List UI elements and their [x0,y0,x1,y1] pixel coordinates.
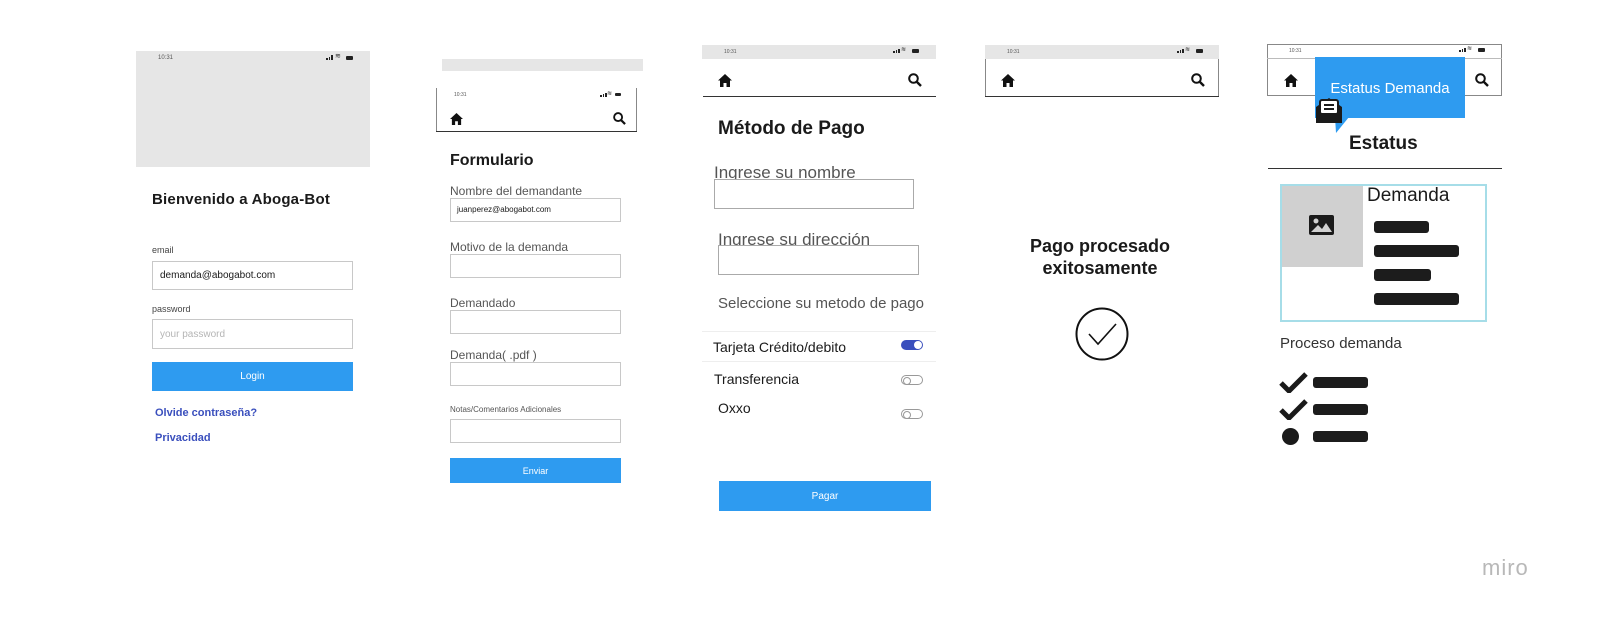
bullet-icon [1282,428,1299,445]
envelope-message-icon [1316,98,1342,123]
name-input[interactable] [714,179,914,209]
wifi-icon: ≋ [901,47,907,53]
card-text-line [1374,221,1429,233]
check-icon [1279,399,1308,420]
status-time: 10:31 [454,92,467,98]
method-label-oxxo: Oxxo [718,400,751,416]
reason-input[interactable] [450,254,621,278]
form-top-strip [442,59,643,71]
wifi-icon: ≋ [1185,47,1191,53]
battery-icon [912,49,919,53]
status-title-divider [1268,168,1502,169]
defendant-label: Demandado [450,296,516,310]
battery-icon [1478,48,1485,52]
process-step-line [1313,404,1368,415]
login-header-area [136,51,370,167]
plaintiff-input[interactable]: juanperez@abogabot.com [450,198,621,222]
form-frame-right-edge [636,88,637,132]
oxxo-toggle[interactable] [901,409,923,419]
signal-icon [893,49,900,53]
status-time: 10:31 [1007,49,1020,55]
miro-watermark: miro [1482,555,1529,580]
pdf-label: Demanda( .pdf ) [450,348,537,362]
submit-button[interactable]: Enviar [450,458,621,483]
process-label: Proceso demanda [1280,335,1402,352]
battery-icon [1196,49,1203,53]
status-time: 10:31 [724,49,737,55]
wifi-icon: ≋ [1467,46,1473,52]
method-label-card: Tarjeta Crédito/debito [713,339,847,355]
signal-icon [600,93,607,97]
pdf-input[interactable] [450,362,621,386]
method-prompt: Seleccione su metodo de pago [718,295,924,312]
pay-button[interactable]: Pagar [719,481,931,511]
email-value: demanda@abogabot.com [160,270,276,281]
status-time: 10:31 [1289,48,1302,54]
address-input[interactable] [718,245,919,275]
payment-title: Método de Pago [718,118,865,139]
home-icon[interactable] [450,113,463,125]
search-icon[interactable] [613,112,626,125]
search-icon[interactable] [908,73,922,87]
email-input[interactable]: demanda@abogabot.com [152,261,353,290]
home-icon[interactable] [718,74,732,87]
plaintiff-label: Nombre del demandante [450,184,583,198]
form-frame-left-edge [436,88,437,132]
method-label-transfer: Transferencia [714,371,800,387]
status-time: 10:31 [158,55,174,61]
check-circle-icon [1075,307,1129,361]
email-label: email [152,245,174,255]
reason-label: Motivo de la demanda [450,240,569,254]
home-icon[interactable] [1284,74,1298,87]
card-text-line [1374,293,1459,305]
password-label: password [152,304,191,314]
login-title: Bienvenido a Aboga-Bot [152,191,331,208]
success-frame-left-edge [985,59,986,97]
privacy-link[interactable]: Privacidad [155,432,211,444]
status-title: Estatus [1349,133,1418,154]
notes-input[interactable] [450,419,621,443]
notes-label: Notas/Comentarios Adicionales [450,405,562,414]
success-message-line2: exitosamente [1042,258,1158,278]
signal-icon [1459,48,1466,52]
forgot-password-link[interactable]: Olvide contraseña? [155,407,257,419]
password-input[interactable]: your password [152,319,353,349]
login-button[interactable]: Login [152,362,353,391]
check-icon [1279,372,1308,393]
search-icon[interactable] [1191,73,1205,87]
card-text-line [1374,245,1459,257]
success-message: Pago procesado exitosamente [1000,235,1200,279]
process-step-line [1313,377,1368,388]
success-frame-right-edge [1218,59,1219,97]
signal-icon [1177,49,1184,53]
demanda-card-title: Demanda [1367,185,1450,206]
wifi-icon: ≋ [607,91,613,97]
card-text-line [1374,269,1431,281]
payment-navbar-divider [703,96,936,97]
form-navbar-divider [436,131,637,132]
process-step-line [1313,431,1368,442]
success-message-line1: Pago procesado [1029,236,1171,256]
battery-icon [615,93,621,96]
password-placeholder: your password [160,329,226,340]
search-icon[interactable] [1475,73,1489,87]
image-icon [1309,215,1334,235]
wifi-icon: ≋ [335,53,341,60]
signal-icon [326,55,333,60]
form-title: Formulario [450,152,534,169]
defendant-input[interactable] [450,310,621,334]
battery-icon [346,56,353,60]
success-status-bar [985,45,1219,59]
transfer-toggle[interactable] [901,375,923,385]
success-navbar-divider [985,96,1219,97]
card-toggle[interactable] [901,340,923,350]
plaintiff-value: juanperez@abogabot.com [457,205,551,214]
home-icon[interactable] [1001,74,1015,87]
